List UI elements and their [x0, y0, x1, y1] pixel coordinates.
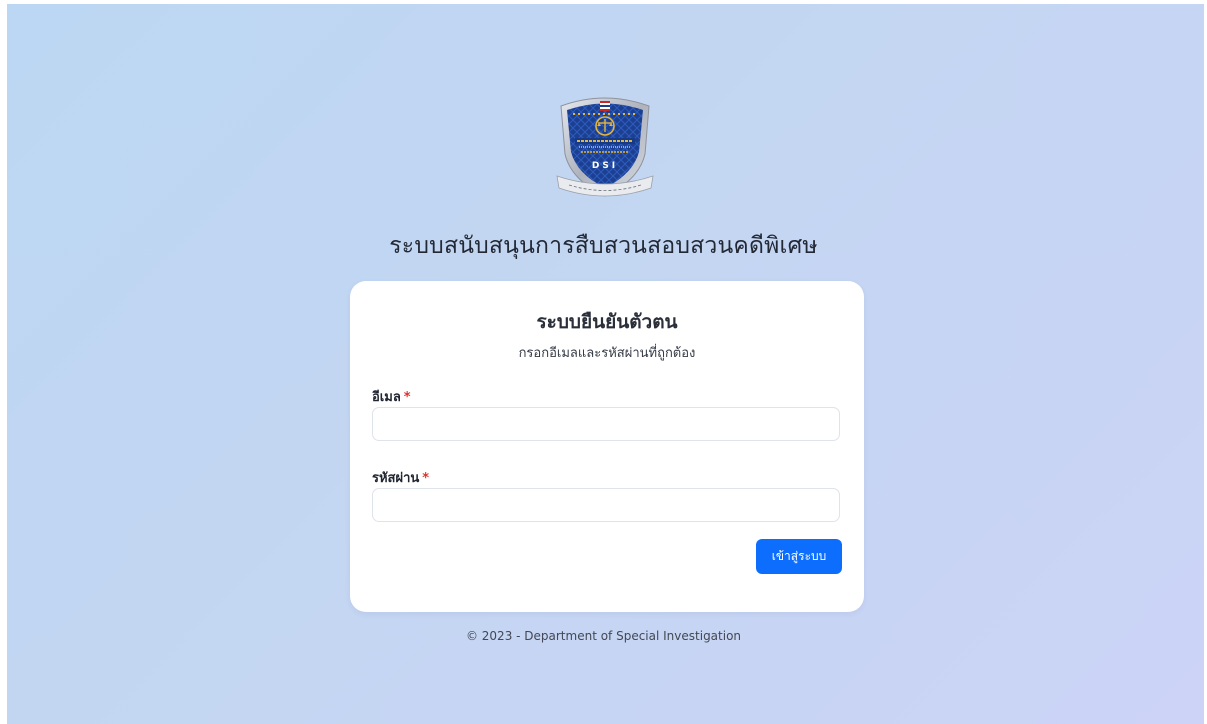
- email-required-mark: *: [403, 390, 411, 405]
- app-title: ระบบสนับสนุนการสืบสวนสอบสวนคดีพิเศษ: [389, 233, 818, 259]
- dsi-shield-emblem: DSI: [556, 97, 654, 197]
- password-label-text: รหัสผ่าน: [372, 471, 420, 486]
- password-required-mark: *: [422, 471, 430, 486]
- password-input[interactable]: [372, 488, 840, 522]
- login-button[interactable]: เข้าสู่ระบบ: [756, 539, 842, 574]
- email-input[interactable]: [372, 407, 840, 441]
- login-card: ระบบยืนยันตัวตน กรอกอีเมลและรหัสผ่านที่ถ…: [350, 281, 864, 612]
- email-label-text: อีเมล: [372, 390, 401, 405]
- footer-copyright: © 2023 - Department of Special Investiga…: [465, 629, 742, 643]
- email-label: อีเมล *: [372, 386, 411, 407]
- login-card-subtitle: กรอกอีเมลและรหัสผ่านที่ถูกต้อง: [518, 346, 696, 361]
- login-card-title: ระบบยืนยันตัวตน: [536, 311, 678, 333]
- dsi-logo: DSI: [553, 92, 657, 204]
- password-label: รหัสผ่าน *: [372, 467, 429, 488]
- svg-text:DSI: DSI: [592, 161, 618, 171]
